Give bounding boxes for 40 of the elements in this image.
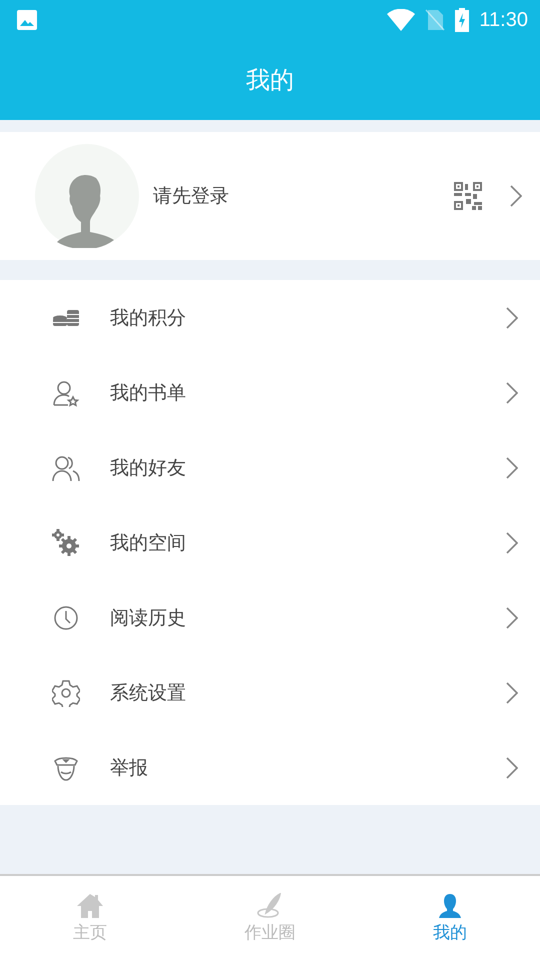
- menu-label: 我的好友: [110, 456, 186, 480]
- settings-icon: [52, 678, 80, 706]
- wifi-icon: [387, 9, 416, 31]
- menu-label: 我的书单: [110, 380, 186, 406]
- profile-card[interactable]: 请先登录: [0, 132, 540, 260]
- chevron-icon: [506, 682, 518, 704]
- chevron-icon: [506, 606, 518, 628]
- menu-label: 我的空间: [110, 530, 186, 556]
- menu-label: 系统设置: [110, 680, 186, 706]
- gears-icon: [52, 528, 80, 556]
- menu-item[interactable]: 阅读历史: [0, 580, 540, 655]
- menu-item[interactable]: 我的书单: [0, 355, 540, 430]
- menu-label: 我的积分: [110, 306, 186, 330]
- chevron-icon: [506, 456, 518, 478]
- login-prompt[interactable]: 请先登录: [153, 183, 229, 209]
- menu-item[interactable]: 我的好友: [0, 430, 540, 505]
- chevron-icon: [506, 306, 518, 328]
- user-star-icon: [52, 378, 80, 406]
- quill-icon: [256, 892, 284, 918]
- battery-charging-icon: [455, 8, 470, 32]
- chevron-icon: [506, 382, 518, 404]
- image-icon: [16, 9, 38, 31]
- chevron-icon: [506, 756, 518, 778]
- menu-item[interactable]: 举报: [0, 730, 540, 805]
- avatar-icon: [35, 144, 139, 248]
- person-icon: [436, 892, 464, 918]
- home-icon: [76, 892, 104, 918]
- menu-label: 阅读历史: [110, 606, 186, 630]
- menu-item[interactable]: 我的积分: [0, 280, 540, 355]
- menu-item[interactable]: 我的空间: [0, 505, 540, 580]
- friends-icon: [52, 454, 80, 482]
- menu-item[interactable]: 系统设置: [0, 655, 540, 730]
- qr-code-icon[interactable]: [454, 182, 482, 210]
- menu-label: 举报: [110, 756, 148, 780]
- no-sim-icon: [425, 9, 446, 31]
- clock-icon: [52, 604, 80, 632]
- status-time: 11:30: [479, 8, 528, 32]
- chevron-icon: [510, 185, 522, 207]
- page-title: 我的: [246, 65, 294, 96]
- chevron-icon: [506, 532, 518, 554]
